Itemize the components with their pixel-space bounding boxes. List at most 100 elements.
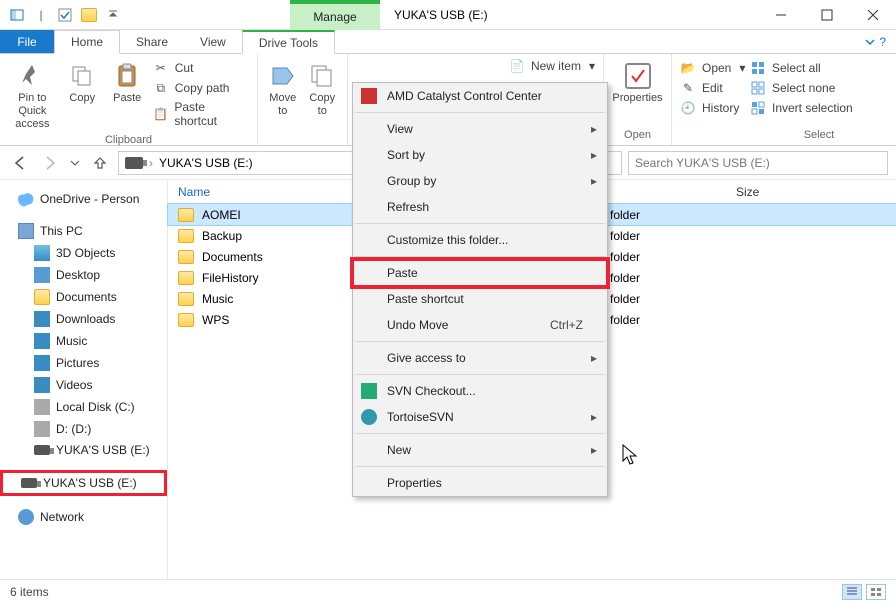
qat-divider: |	[30, 4, 52, 26]
ctx-group[interactable]: Group by▸	[353, 168, 607, 194]
tree-local-disk-c[interactable]: Local Disk (C:)	[0, 396, 167, 418]
properties-button[interactable]: Properties	[612, 58, 663, 105]
copy-path-button[interactable]: ⧉Copy path	[153, 80, 249, 96]
network-icon	[18, 509, 34, 525]
svn-icon	[361, 383, 377, 399]
tree-yuka-usb-2[interactable]: YUKA'S USB (E:)	[0, 470, 167, 496]
ribbon-collapse-button[interactable]: ?	[856, 30, 896, 53]
ctx-paste-shortcut[interactable]: Paste shortcut	[353, 286, 607, 312]
pin-quick-access-button[interactable]: Pin to Quick access	[8, 58, 57, 132]
tree-yuka-usb-1[interactable]: YUKA'S USB (E:)	[0, 440, 167, 460]
tree-thispc[interactable]: This PC	[0, 220, 167, 242]
invert-selection-button[interactable]: Invert selection	[750, 100, 853, 116]
open-icon: 📂	[680, 60, 696, 76]
tree-music[interactable]: Music	[0, 330, 167, 352]
open-button[interactable]: 📂Open▾	[680, 60, 745, 76]
ctx-refresh[interactable]: Refresh	[353, 194, 607, 220]
navigation-tree[interactable]: OneDrive - Person This PC 3D Objects Des…	[0, 180, 168, 579]
videos-icon	[34, 377, 50, 393]
paste-button[interactable]: Paste	[108, 58, 147, 105]
ctx-sort[interactable]: Sort by▸	[353, 142, 607, 168]
maximize-button[interactable]	[804, 0, 850, 30]
move-to-button[interactable]: Move to	[266, 58, 300, 118]
tree-documents[interactable]: Documents	[0, 286, 167, 308]
back-button[interactable]	[8, 151, 32, 175]
ctx-paste[interactable]: Paste	[353, 260, 607, 286]
file-type: folder	[610, 204, 640, 225]
minimize-button[interactable]	[758, 0, 804, 30]
edit-button[interactable]: ✎Edit	[680, 80, 745, 96]
folder-icon	[178, 292, 194, 306]
history-button[interactable]: 🕘History	[680, 100, 745, 116]
drive-tools-tab[interactable]: Drive Tools	[242, 30, 335, 54]
file-tab[interactable]: File	[0, 30, 54, 53]
select-group-label: Select	[750, 127, 888, 143]
manage-tab[interactable]: Manage	[290, 0, 380, 30]
history-icon: 🕘	[680, 100, 696, 116]
cut-button[interactable]: ✂Cut	[153, 60, 249, 76]
select-none-icon	[750, 80, 766, 96]
amd-icon	[361, 88, 377, 104]
open-group-label: Open	[612, 127, 663, 143]
details-view-button[interactable]	[842, 584, 862, 600]
tree-desktop[interactable]: Desktop	[0, 264, 167, 286]
tree-videos[interactable]: Videos	[0, 374, 167, 396]
copy-to-button[interactable]: Copy to	[306, 58, 340, 118]
ctx-tortoise-svn[interactable]: TortoiseSVN▸	[353, 404, 607, 430]
tree-disk-d[interactable]: D: (D:)	[0, 418, 167, 440]
cursor-icon	[622, 444, 640, 469]
file-type: folder	[610, 246, 640, 267]
recent-button[interactable]	[68, 151, 82, 175]
context-menu: AMD Catalyst Control Center View▸ Sort b…	[352, 82, 608, 497]
file-type: folder	[610, 288, 640, 309]
cloud-icon	[18, 191, 34, 207]
address-path: YUKA'S USB (E:)	[159, 156, 253, 170]
paste-shortcut-icon: 📋	[153, 106, 169, 122]
folder-icon	[178, 229, 194, 243]
ctx-customize[interactable]: Customize this folder...	[353, 227, 607, 253]
tree-downloads[interactable]: Downloads	[0, 308, 167, 330]
column-size[interactable]: Size	[726, 185, 896, 199]
ctx-give-access[interactable]: Give access to▸	[353, 345, 607, 371]
close-button[interactable]	[850, 0, 896, 30]
qat-folder-icon[interactable]	[78, 4, 100, 26]
ctx-amd[interactable]: AMD Catalyst Control Center	[353, 83, 607, 109]
paste-shortcut-button[interactable]: 📋Paste shortcut	[153, 100, 249, 128]
tree-3d-objects[interactable]: 3D Objects	[0, 242, 167, 264]
ctx-svn-checkout[interactable]: SVN Checkout...	[353, 378, 607, 404]
ctx-undo-move[interactable]: Undo MoveCtrl+Z	[353, 312, 607, 338]
file-type: folder	[610, 309, 640, 330]
objects3d-icon	[34, 245, 50, 261]
copy-path-icon: ⧉	[153, 80, 169, 96]
search-input[interactable]: Search YUKA'S USB (E:)	[628, 151, 888, 175]
large-icons-view-button[interactable]	[866, 584, 886, 600]
usb-drive-icon	[34, 445, 50, 455]
share-tab[interactable]: Share	[120, 30, 184, 53]
up-button[interactable]	[88, 151, 112, 175]
qat-nav-icon[interactable]	[6, 4, 28, 26]
tortoise-icon	[361, 409, 377, 425]
tree-pictures[interactable]: Pictures	[0, 352, 167, 374]
new-item-button[interactable]: 📄New item▾	[509, 58, 595, 74]
qat-check-icon[interactable]	[54, 4, 76, 26]
column-name[interactable]: Name	[168, 185, 358, 199]
file-type: folder	[610, 267, 640, 288]
select-all-button[interactable]: Select all	[750, 60, 853, 76]
disk-icon	[34, 399, 50, 415]
tree-onedrive[interactable]: OneDrive - Person	[0, 188, 167, 210]
folder-icon	[178, 313, 194, 327]
view-tab[interactable]: View	[184, 30, 242, 53]
pictures-icon	[34, 355, 50, 371]
copy-button[interactable]: Copy	[63, 58, 102, 105]
forward-button[interactable]	[38, 151, 62, 175]
select-none-button[interactable]: Select none	[750, 80, 853, 96]
status-item-count: 6 items	[10, 585, 49, 599]
disk-icon	[34, 421, 50, 437]
home-tab[interactable]: Home	[54, 30, 120, 54]
ctx-new[interactable]: New▸	[353, 437, 607, 463]
tree-network[interactable]: Network	[0, 506, 167, 528]
ctx-view[interactable]: View▸	[353, 116, 607, 142]
qat-more-icon[interactable]	[102, 4, 124, 26]
ctx-properties[interactable]: Properties	[353, 470, 607, 496]
new-item-icon: 📄	[509, 58, 525, 74]
